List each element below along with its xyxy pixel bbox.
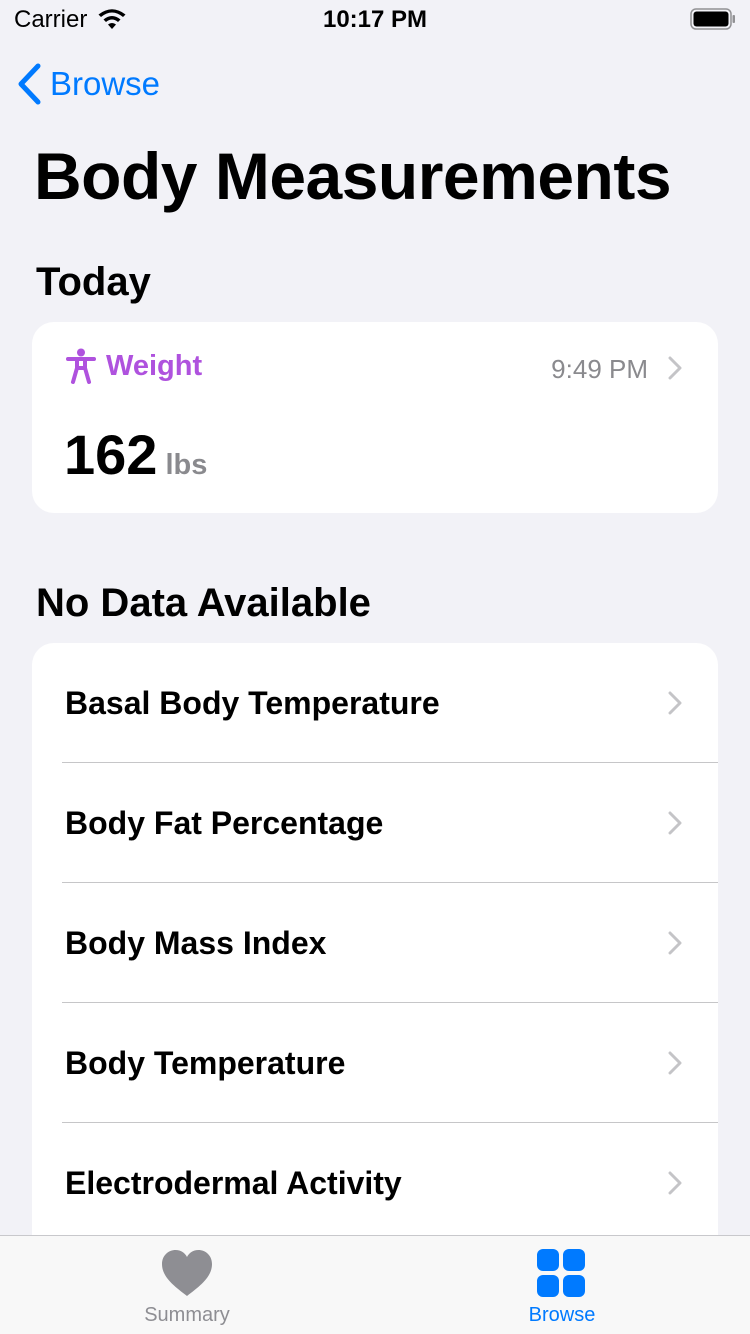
chevron-right-icon <box>668 356 682 380</box>
chevron-right-icon <box>668 931 682 955</box>
chevron-left-icon <box>18 63 41 105</box>
weight-timestamp: 9:49 PM <box>551 354 648 384</box>
weight-unit: lbs <box>165 449 208 481</box>
section-title-today: Today <box>36 260 151 304</box>
battery-icon <box>690 8 735 30</box>
list-item-label: Body Fat Percentage <box>65 805 384 841</box>
list-item[interactable]: Electrodermal Activity <box>32 1123 718 1243</box>
tab-summary[interactable]: Summary <box>87 1248 287 1327</box>
list-item[interactable]: Basal Body Temperature <box>32 643 718 763</box>
figure-icon <box>66 348 96 384</box>
weight-label: Weight <box>106 349 203 382</box>
list-item-label: Body Temperature <box>65 1045 346 1081</box>
tab-label: Browse <box>528 1304 596 1326</box>
no-data-list: Basal Body Temperature Body Fat Percenta… <box>32 643 718 1263</box>
chevron-right-icon <box>668 1051 682 1075</box>
list-item-label: Electrodermal Activity <box>65 1165 402 1201</box>
chevron-right-icon <box>668 1171 682 1195</box>
list-item[interactable]: Body Mass Index <box>32 883 718 1003</box>
tab-label: Summary <box>144 1304 230 1326</box>
list-item[interactable]: Body Temperature <box>32 1003 718 1123</box>
weight-header: Weight <box>66 348 202 384</box>
list-item-label: Body Mass Index <box>65 925 327 961</box>
heart-icon <box>162 1250 212 1296</box>
tab-bar: Summary Browse <box>0 1235 750 1334</box>
status-bar: Carrier 10:17 PM <box>0 0 750 40</box>
weight-value: 162 lbs <box>64 422 207 487</box>
list-item[interactable]: Body Fat Percentage <box>32 763 718 883</box>
weight-card[interactable]: Weight 9:49 PM 162 lbs <box>32 322 718 513</box>
tab-browse[interactable]: Browse <box>462 1248 662 1327</box>
grid-icon <box>537 1249 585 1297</box>
back-label: Browse <box>50 65 161 102</box>
back-button[interactable]: Browse <box>16 62 160 106</box>
section-title-no-data: No Data Available <box>36 581 371 625</box>
page-title: Body Measurements <box>34 139 672 213</box>
status-time: 10:17 PM <box>322 6 428 33</box>
weight-number: 162 <box>64 423 158 486</box>
chevron-right-icon <box>668 811 682 835</box>
chevron-right-icon <box>668 691 682 715</box>
list-item-label: Basal Body Temperature <box>65 685 440 721</box>
